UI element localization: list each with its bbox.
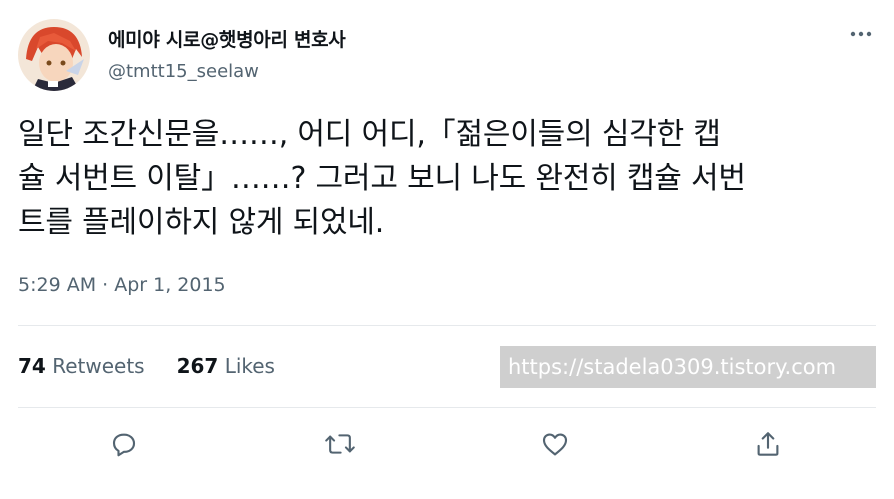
retweets-stat[interactable]: 74 Retweets — [18, 354, 145, 378]
divider — [18, 325, 876, 326]
likes-stat[interactable]: 267 Likes — [177, 354, 275, 378]
watermark: https://stadela0309.tistory.com — [500, 346, 876, 388]
likes-label: Likes — [224, 354, 275, 378]
engagement-stats: 74 Retweets 267 Likes — [18, 354, 307, 378]
likes-count: 267 — [176, 354, 219, 378]
share-button[interactable] — [748, 424, 788, 464]
reply-icon — [112, 433, 136, 457]
author-handle[interactable]: @tmtt15_seelaw — [108, 61, 259, 82]
tweet-text-line: 슐 서번트 이탈」……? 그러고 보니 나도 완전히 캡슐 서번 — [18, 161, 746, 196]
retweets-count: 74 — [18, 354, 46, 378]
tweet-text-line: 일단 조간신문을……, 어디 어디,「젊은이들의 심각한 캡 — [18, 117, 721, 152]
retweets-label: Retweets — [52, 354, 145, 378]
tweet-timestamp[interactable]: 5:29 AM · Apr 1, 2015 — [18, 274, 226, 296]
heart-icon — [542, 433, 568, 456]
avatar-image — [18, 19, 90, 91]
reply-button[interactable] — [104, 424, 144, 464]
tweet-text-line: 트를 플레이하지 않게 되었네. — [18, 205, 385, 240]
more-horizontal-icon — [850, 31, 872, 37]
like-button[interactable] — [535, 424, 575, 464]
author-display-name[interactable]: 에미야 시로@햇병아리 변호사 — [108, 25, 346, 52]
avatar[interactable] — [18, 19, 90, 91]
more-options-button[interactable] — [845, 18, 877, 50]
retweet-button[interactable] — [320, 424, 360, 464]
share-icon — [757, 432, 779, 456]
tweet-text: 일단 조간신문을……, 어디 어디,「젊은이들의 심각한 캡 슐 서번트 이탈」… — [18, 113, 880, 245]
retweet-icon — [325, 434, 355, 454]
divider — [18, 407, 876, 408]
